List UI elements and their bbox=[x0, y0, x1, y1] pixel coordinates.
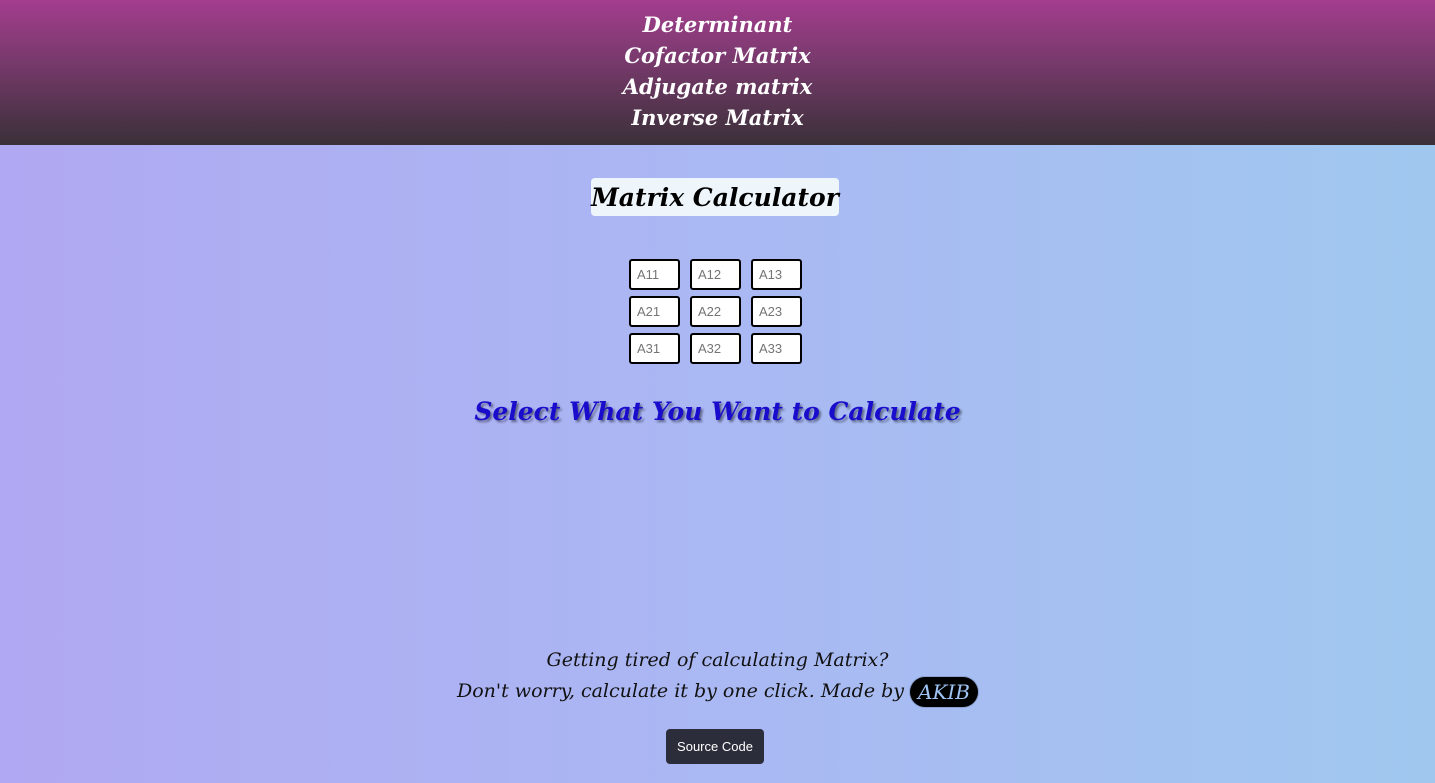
footer-message: Getting tired of calculating Matrix? Don… bbox=[0, 645, 1435, 707]
nav-link-adjugate-matrix[interactable]: Adjugate matrix bbox=[623, 71, 813, 102]
author-badge[interactable]: AKIB bbox=[910, 677, 978, 707]
matrix-cell-a32[interactable] bbox=[690, 333, 741, 364]
footer-line-1: Getting tired of calculating Matrix? bbox=[546, 649, 889, 671]
matrix-cell-a12[interactable] bbox=[690, 259, 741, 290]
source-code-button[interactable]: Source Code bbox=[666, 729, 764, 764]
top-navigation: Determinant Cofactor Matrix Adjugate mat… bbox=[0, 0, 1435, 145]
page-title: Matrix Calculator bbox=[591, 182, 839, 212]
footer-line-2: Don't worry, calculate it by one click. … bbox=[457, 680, 905, 702]
nav-link-determinant[interactable]: Determinant bbox=[643, 9, 793, 40]
footer-line-2-wrapper: Don't worry, calculate it by one click. … bbox=[0, 676, 1435, 707]
matrix-cell-a31[interactable] bbox=[629, 333, 680, 364]
select-calculation-heading: Select What You Want to Calculate bbox=[474, 397, 961, 426]
matrix-cell-a11[interactable] bbox=[629, 259, 680, 290]
matrix-cell-a23[interactable] bbox=[751, 296, 802, 327]
matrix-cell-a22[interactable] bbox=[690, 296, 741, 327]
matrix-cell-a33[interactable] bbox=[751, 333, 802, 364]
page-title-box: Matrix Calculator bbox=[591, 178, 839, 216]
matrix-input-grid bbox=[629, 259, 802, 364]
matrix-cell-a13[interactable] bbox=[751, 259, 802, 290]
nav-link-cofactor-matrix[interactable]: Cofactor Matrix bbox=[624, 40, 810, 71]
matrix-cell-a21[interactable] bbox=[629, 296, 680, 327]
nav-link-inverse-matrix[interactable]: Inverse Matrix bbox=[631, 102, 803, 133]
